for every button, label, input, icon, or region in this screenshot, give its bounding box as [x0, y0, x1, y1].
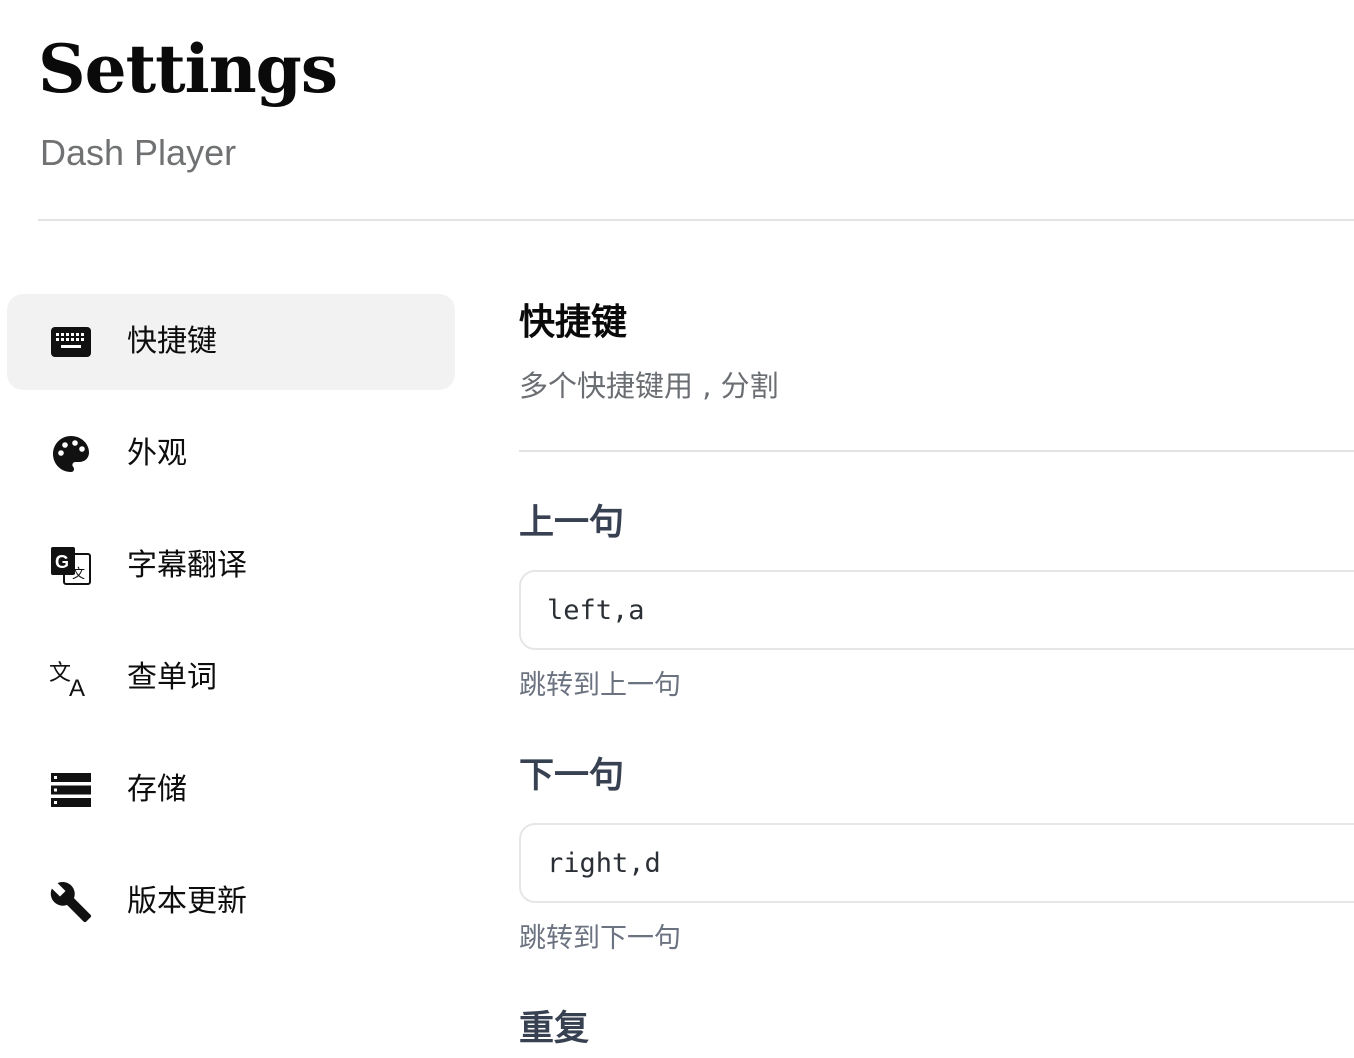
svg-text:文: 文 — [49, 661, 71, 686]
shortcut-field-next: 下一句 跳转到下一句 — [519, 750, 1354, 959]
page-title: Settings — [38, 30, 338, 108]
sidebar-item-label: 存储 — [127, 772, 187, 807]
page-subtitle: Dash Player — [40, 132, 237, 173]
sidebar-item-subtitle-translation[interactable]: G 文 字幕翻译 — [7, 518, 455, 614]
section-divider — [519, 450, 1354, 452]
storage-icon — [49, 770, 93, 810]
sidebar-item-storage[interactable]: 存储 — [7, 742, 455, 838]
field-label: 重复 — [519, 1009, 590, 1049]
shortcut-field-repeat: 重复 — [519, 1003, 1354, 1055]
sidebar-item-version-update[interactable]: 版本更新 — [7, 854, 455, 950]
google-translate-icon: G 文 — [49, 546, 93, 586]
section-description: 多个快捷键用 , 分割 — [519, 369, 779, 403]
settings-sidebar: 快捷键 外观 G 文 字幕翻译 文 A 查单词 存储 版本更新 — [7, 294, 455, 966]
translate-icon: 文 A — [49, 658, 93, 698]
sidebar-item-label: 字幕翻译 — [127, 548, 247, 583]
svg-text:G: G — [55, 552, 69, 572]
sidebar-item-label: 快捷键 — [127, 324, 217, 359]
next-sentence-input[interactable] — [519, 823, 1354, 903]
settings-main-panel: 快捷键 多个快捷键用 , 分割 上一句 跳转到上一句 下一句 跳转到下一句 重复 — [519, 296, 1354, 1055]
sidebar-item-label: 版本更新 — [127, 884, 247, 919]
keyboard-icon — [49, 322, 93, 362]
sidebar-item-label: 查单词 — [127, 660, 217, 695]
field-label: 下一句 — [519, 756, 625, 796]
field-label: 上一句 — [519, 503, 625, 543]
sidebar-item-label: 外观 — [127, 436, 187, 471]
field-hint: 跳转到上一句 — [519, 670, 681, 701]
field-hint: 跳转到下一句 — [519, 923, 681, 954]
sidebar-item-appearance[interactable]: 外观 — [7, 406, 455, 502]
header-divider — [38, 219, 1354, 221]
settings-page: Settings Dash Player 快捷键 外观 G 文 字幕翻译 文 A… — [0, 0, 1354, 1058]
sidebar-item-lookup-word[interactable]: 文 A 查单词 — [7, 630, 455, 726]
svg-text:文: 文 — [72, 567, 85, 582]
sidebar-item-shortcuts[interactable]: 快捷键 — [7, 294, 455, 390]
section-title: 快捷键 — [519, 302, 628, 343]
wrench-icon — [49, 882, 93, 923]
previous-sentence-input[interactable] — [519, 570, 1354, 650]
palette-icon — [49, 434, 93, 474]
shortcut-field-previous: 上一句 跳转到上一句 — [519, 497, 1354, 706]
svg-text:A: A — [69, 675, 85, 698]
